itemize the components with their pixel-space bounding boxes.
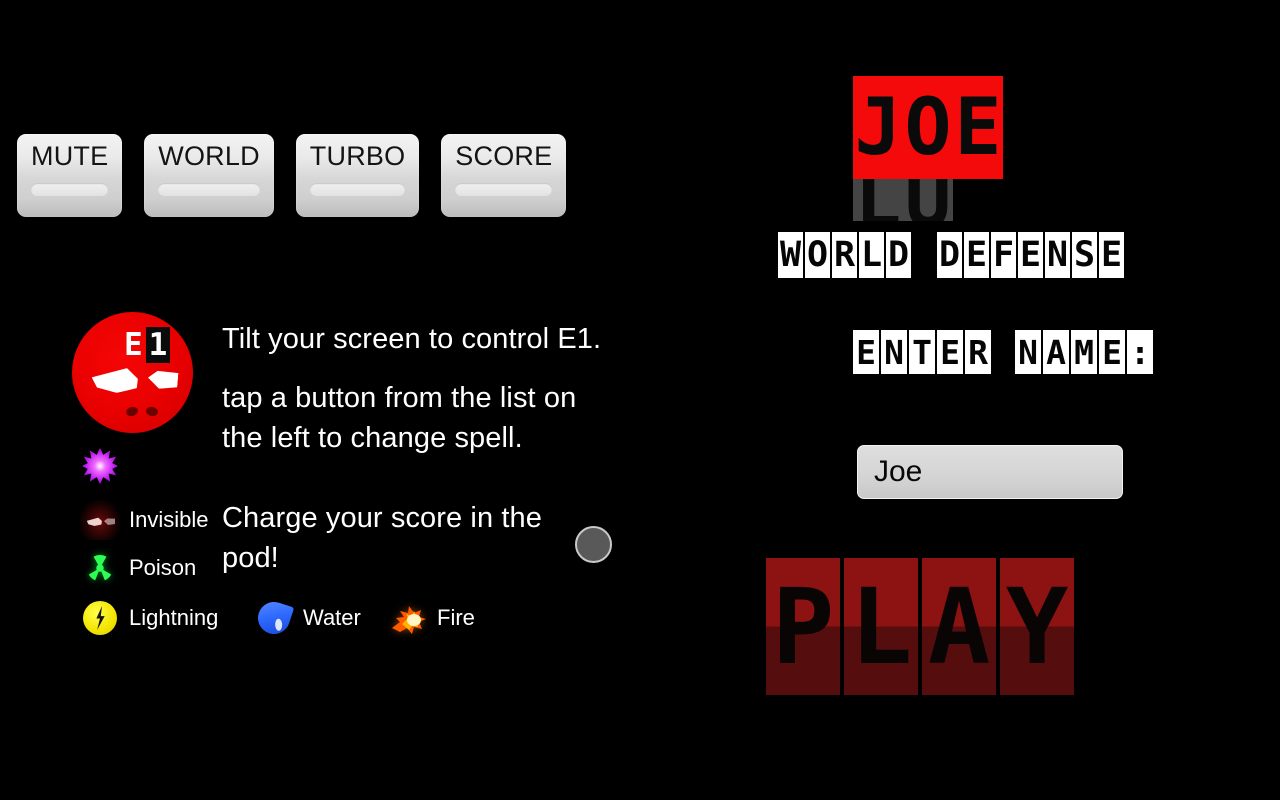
spell-toolbar: MUTE WORLD TURBO SCORE	[17, 134, 567, 217]
enter-name-tile-5	[993, 330, 1013, 374]
spell-item-invisible[interactable]: Invisible	[80, 500, 208, 540]
spell-label-water: Water	[303, 605, 361, 630]
spell-label-lightning: Lightning	[129, 605, 219, 630]
enter-name-tile-9: E	[1099, 330, 1125, 374]
enter-name-tile-2: T	[909, 330, 935, 374]
score-button-label: SCORE	[455, 141, 553, 171]
logo-tile-j: J	[853, 76, 903, 179]
play-button-tile-0: P	[766, 558, 840, 695]
invisible-eyes-icon	[80, 500, 120, 540]
enter-name-tile-4: R	[965, 330, 991, 374]
play-button-tile-1: L	[844, 558, 918, 695]
subtitle-tile-4: D	[886, 232, 911, 278]
game-logo-row: J O E	[853, 76, 1003, 179]
logo-tile-e: E	[953, 76, 1003, 179]
spell-item-water[interactable]: Water	[253, 597, 361, 639]
enter-name-tile-8: M	[1071, 330, 1097, 374]
mute-button-indicator	[31, 183, 109, 196]
score-pod[interactable]	[575, 526, 612, 563]
game-logo-under-row: L U	[853, 179, 953, 221]
enter-name-tile-0: E	[853, 330, 879, 374]
e1-character-avatar: E 1	[72, 312, 193, 433]
spell-label-fire: Fire	[437, 605, 475, 630]
game-screen: MUTE WORLD TURBO SCORE E 1 Tilt your scr…	[0, 0, 1280, 800]
enter-name-tile-3: E	[937, 330, 963, 374]
subtitle-tile-9: E	[1018, 232, 1043, 278]
water-droplet-icon	[253, 597, 295, 639]
instruction-charge-pod: Charge your score in the pod!	[222, 502, 542, 574]
turbo-button[interactable]: TURBO	[295, 134, 420, 217]
lightning-bolt-icon	[80, 598, 120, 638]
avatar-tag: E 1	[121, 327, 171, 363]
instruction-tap-spell: tap a button from the list on the left t…	[222, 382, 577, 454]
play-button-tile-3: Y	[1000, 558, 1074, 695]
game-subtitle: WORLDDEFENSE	[778, 232, 1126, 278]
score-button[interactable]: SCORE	[441, 134, 567, 217]
logo-tile-o: O	[903, 76, 953, 179]
spell-item-nova[interactable]	[80, 446, 129, 486]
world-button[interactable]: WORLD	[144, 134, 274, 217]
mute-button[interactable]: MUTE	[17, 134, 123, 217]
spell-label-invisible: Invisible	[129, 507, 209, 532]
name-input-value: Joe	[874, 455, 923, 488]
turbo-button-indicator	[309, 183, 406, 196]
mute-button-label: MUTE	[31, 141, 109, 171]
enter-name-tile-6: N	[1015, 330, 1041, 374]
subtitle-tile-11: S	[1072, 232, 1097, 278]
spell-item-lightning[interactable]: Lightning	[80, 598, 218, 638]
enter-name-tile-1: N	[881, 330, 907, 374]
logo-under-tile-1: L	[853, 179, 903, 221]
subtitle-tile-3: L	[859, 232, 884, 278]
subtitle-tile-1: O	[805, 232, 830, 278]
world-button-indicator	[158, 183, 260, 196]
avatar-tag-letter: E	[124, 327, 143, 363]
instruction-tilt: Tilt your screen to control E1.	[222, 323, 602, 355]
subtitle-tile-10: N	[1045, 232, 1070, 278]
spell-label-poison: Poison	[129, 555, 197, 580]
name-input[interactable]: Joe	[857, 445, 1123, 499]
world-button-label: WORLD	[158, 141, 260, 171]
subtitle-tile-0: W	[778, 232, 803, 278]
spell-item-fire[interactable]: Fire	[388, 598, 475, 638]
subtitle-tile-2: R	[832, 232, 857, 278]
score-button-indicator	[455, 183, 553, 196]
subtitle-tile-6: D	[937, 232, 962, 278]
enter-name-tile-10: :	[1127, 330, 1153, 374]
logo-under-tile-2: U	[903, 179, 953, 221]
play-button[interactable]: PLAY	[766, 558, 1078, 695]
enter-name-prompt: ENTERNAME:	[853, 330, 1155, 374]
subtitle-tile-7: E	[964, 232, 989, 278]
nova-starburst-icon	[80, 446, 120, 486]
subtitle-tile-5	[913, 232, 935, 278]
game-logo: L U J O E	[853, 76, 1003, 221]
subtitle-tile-12: E	[1099, 232, 1124, 278]
play-button-tile-2: A	[922, 558, 996, 695]
spell-item-poison[interactable]: Poison	[80, 548, 196, 588]
avatar-tag-number: 1	[145, 327, 171, 363]
poison-radiation-icon	[80, 548, 120, 588]
turbo-button-label: TURBO	[309, 141, 406, 171]
subtitle-tile-8: F	[991, 232, 1016, 278]
fire-flame-icon	[388, 598, 428, 638]
enter-name-tile-7: A	[1043, 330, 1069, 374]
